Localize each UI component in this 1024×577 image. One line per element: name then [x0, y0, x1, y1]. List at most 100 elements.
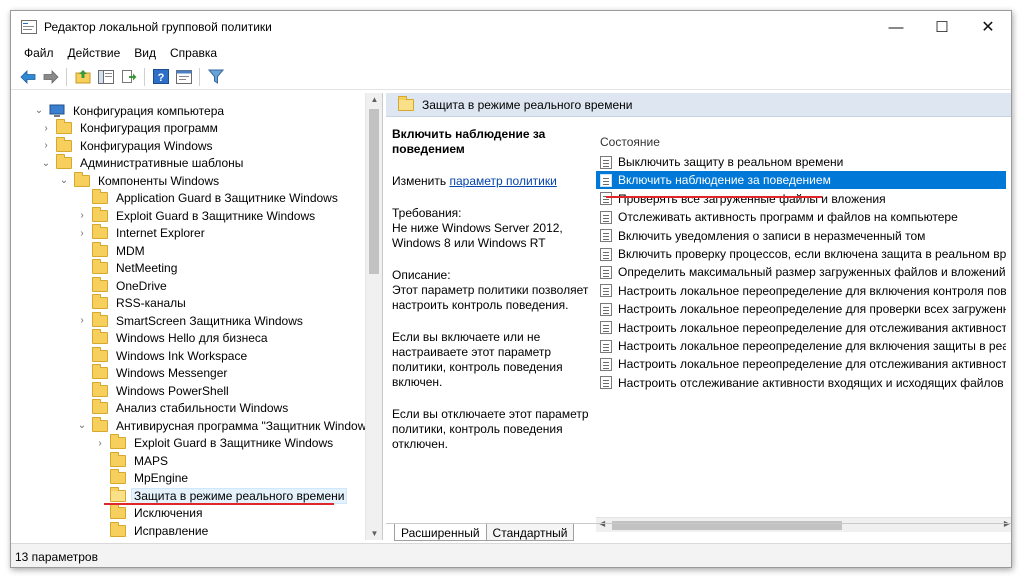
tree-node[interactable]: RSS-каналы [76, 294, 189, 312]
properties-icon[interactable] [172, 66, 195, 88]
tree-vertical-scrollbar[interactable]: ▲ ▼ [365, 93, 382, 540]
tree-node[interactable]: Windows Messenger [76, 364, 230, 382]
policy-row[interactable]: Настроить локальное переопределение для … [596, 282, 1006, 300]
menu-view[interactable]: Вид [127, 43, 163, 63]
status-bar: 13 параметров [11, 543, 1011, 567]
policy-setting-icon [600, 173, 612, 187]
tree-node[interactable]: MpEngine [94, 469, 191, 487]
tree-node[interactable]: › Конфигурация программ [40, 119, 221, 137]
chevron-right-icon[interactable]: › [40, 123, 52, 134]
console-tree[interactable]: ⌄ Конфигурация компьютера › Конфигурация пр… [11, 93, 383, 540]
chevron-right-icon[interactable]: › [76, 315, 88, 326]
policy-setting-icon [600, 210, 612, 224]
forward-icon[interactable] [39, 66, 62, 88]
scroll-thumb[interactable] [369, 109, 379, 274]
policy-row[interactable]: Настроить локальное переопределение для … [596, 337, 1006, 355]
chevron-down-icon[interactable]: ⌄ [76, 420, 88, 431]
help-icon[interactable]: ? [149, 66, 172, 88]
tree-node-label: RSS-каналы [116, 296, 186, 310]
description-block: Описание: Этот параметр политики позволя… [392, 268, 592, 313]
tree-node[interactable]: › Internet Explorer [76, 224, 208, 242]
tree-node[interactable]: Исключения [94, 504, 206, 522]
toolbar-separator [199, 67, 200, 86]
policy-row[interactable]: Настроить локальное переопределение для … [596, 355, 1006, 373]
policy-row[interactable]: Выключить защиту в реальном времени [596, 153, 1006, 171]
tree-node[interactable]: NetMeeting [76, 259, 180, 277]
tree-node[interactable]: Windows PowerShell [76, 381, 232, 399]
requirements-block: Требования: Не ниже Windows Server 2012,… [392, 206, 592, 251]
maximize-button[interactable]: ☐ [919, 11, 965, 43]
tree-node[interactable]: ⌄ Антивирусная программа "Защитник Window… [76, 416, 380, 434]
back-icon[interactable] [16, 66, 39, 88]
folder-icon [74, 171, 90, 187]
policy-list[interactable]: Состояние Выключить защиту в реальном вр… [596, 117, 1011, 517]
tree-node[interactable]: Windows Hello для бизнеса [76, 329, 271, 347]
if-enabled-text: Если вы включаете или не настраиваете эт… [392, 330, 563, 389]
scroll-down-icon[interactable]: ▼ [366, 529, 382, 538]
tree-node[interactable]: ⌄ Конфигурация компьютера [33, 102, 227, 119]
close-button[interactable]: ✕ [965, 11, 1011, 43]
chevron-down-icon[interactable]: ⌄ [40, 158, 52, 169]
tab-standard[interactable]: Стандартный [485, 524, 575, 541]
policy-row[interactable]: Включить уведомления о записи в неразмеч… [596, 227, 1006, 245]
menu-action[interactable]: Действие [61, 43, 128, 63]
tree-node[interactable]: Анализ стабильности Windows [76, 399, 291, 417]
folder-icon [92, 224, 108, 239]
folder-icon [110, 504, 126, 519]
folder-icon [92, 346, 108, 362]
chevron-down-icon[interactable]: ⌄ [58, 175, 70, 186]
tree-node[interactable]: ⌄ Административные шаблоны [40, 154, 246, 172]
menu-bar: Файл Действие Вид Справка [11, 43, 1011, 63]
policy-row-label: Отслеживать активность программ и файлов… [618, 210, 958, 225]
tree-node[interactable]: Windows Ink Workspace [76, 346, 250, 364]
policy-row-label: Настроить локальное переопределение для … [618, 320, 1006, 335]
tree-node[interactable]: Исправление [94, 521, 211, 539]
chevron-right-icon[interactable]: › [40, 140, 52, 151]
minimize-button[interactable]: — [873, 11, 919, 43]
policy-row[interactable]: Отслеживать активность программ и файлов… [596, 208, 1006, 226]
filter-icon[interactable] [204, 66, 227, 88]
tree-node[interactable]: ⌄ Компоненты Windows [58, 171, 222, 189]
tree-node[interactable]: › Конфигурация Windows [40, 136, 216, 154]
folder-icon [92, 416, 108, 432]
tree-node-label: NetMeeting [116, 261, 178, 275]
policy-row[interactable]: Настроить локальное переопределение для … [596, 319, 1006, 337]
scroll-up-icon[interactable]: ▲ [366, 95, 382, 104]
tree-node[interactable]: MAPS [94, 451, 171, 469]
tree-node-label: OneDrive [116, 278, 167, 293]
policy-setting-icon [600, 357, 612, 371]
computer-icon [49, 104, 65, 117]
chevron-right-icon[interactable]: › [94, 438, 106, 449]
tree-node[interactable]: Защита в режиме реального времени [94, 486, 348, 504]
policy-row[interactable]: Включить наблюдение за поведением [596, 171, 1006, 190]
policy-setting-icon [600, 192, 612, 206]
details-pane: Защита в режиме реального времени Включи… [386, 93, 1011, 540]
chevron-down-icon[interactable]: ⌄ [33, 105, 45, 116]
tree-node[interactable]: OneDrive [76, 276, 170, 294]
policy-setting-icon [600, 229, 612, 243]
menu-file[interactable]: Файл [17, 43, 61, 63]
tree-node[interactable]: MDM [76, 241, 148, 259]
tree-node-label: SmartScreen Защитника Windows [116, 313, 303, 328]
policy-row[interactable]: Определить максимальный размер загруженн… [596, 263, 1006, 281]
tab-extended[interactable]: Расширенный [394, 524, 487, 541]
chevron-right-icon[interactable]: › [76, 228, 88, 239]
tree-node[interactable]: › SmartScreen Защитника Windows [76, 311, 306, 329]
policy-row[interactable]: Проверять все загруженные файлы и вложен… [596, 190, 1006, 208]
show-tree-icon[interactable] [94, 66, 117, 88]
policy-row[interactable]: Настроить отслеживание активности входящ… [596, 374, 1006, 392]
tree-node[interactable]: › Exploit Guard в Защитнике Windows [76, 206, 318, 224]
details-header-title: Защита в режиме реального времени [422, 97, 633, 112]
column-header-state[interactable]: Состояние [600, 135, 660, 149]
edit-policy-link[interactable]: параметр политики [449, 174, 556, 188]
chevron-right-icon[interactable]: › [76, 210, 88, 221]
menu-help[interactable]: Справка [163, 43, 224, 63]
selected-policy-underline [606, 196, 822, 198]
folder-icon [56, 119, 72, 134]
tree-node[interactable]: Application Guard в Защитнике Windows [76, 189, 341, 207]
export-icon[interactable] [117, 66, 140, 88]
up-folder-icon[interactable] [71, 66, 94, 88]
policy-row[interactable]: Настроить локальное переопределение для … [596, 300, 1006, 318]
policy-row[interactable]: Включить проверку процессов, если включе… [596, 245, 1006, 263]
tree-node[interactable]: › Exploit Guard в Защитнике Windows [94, 434, 336, 452]
